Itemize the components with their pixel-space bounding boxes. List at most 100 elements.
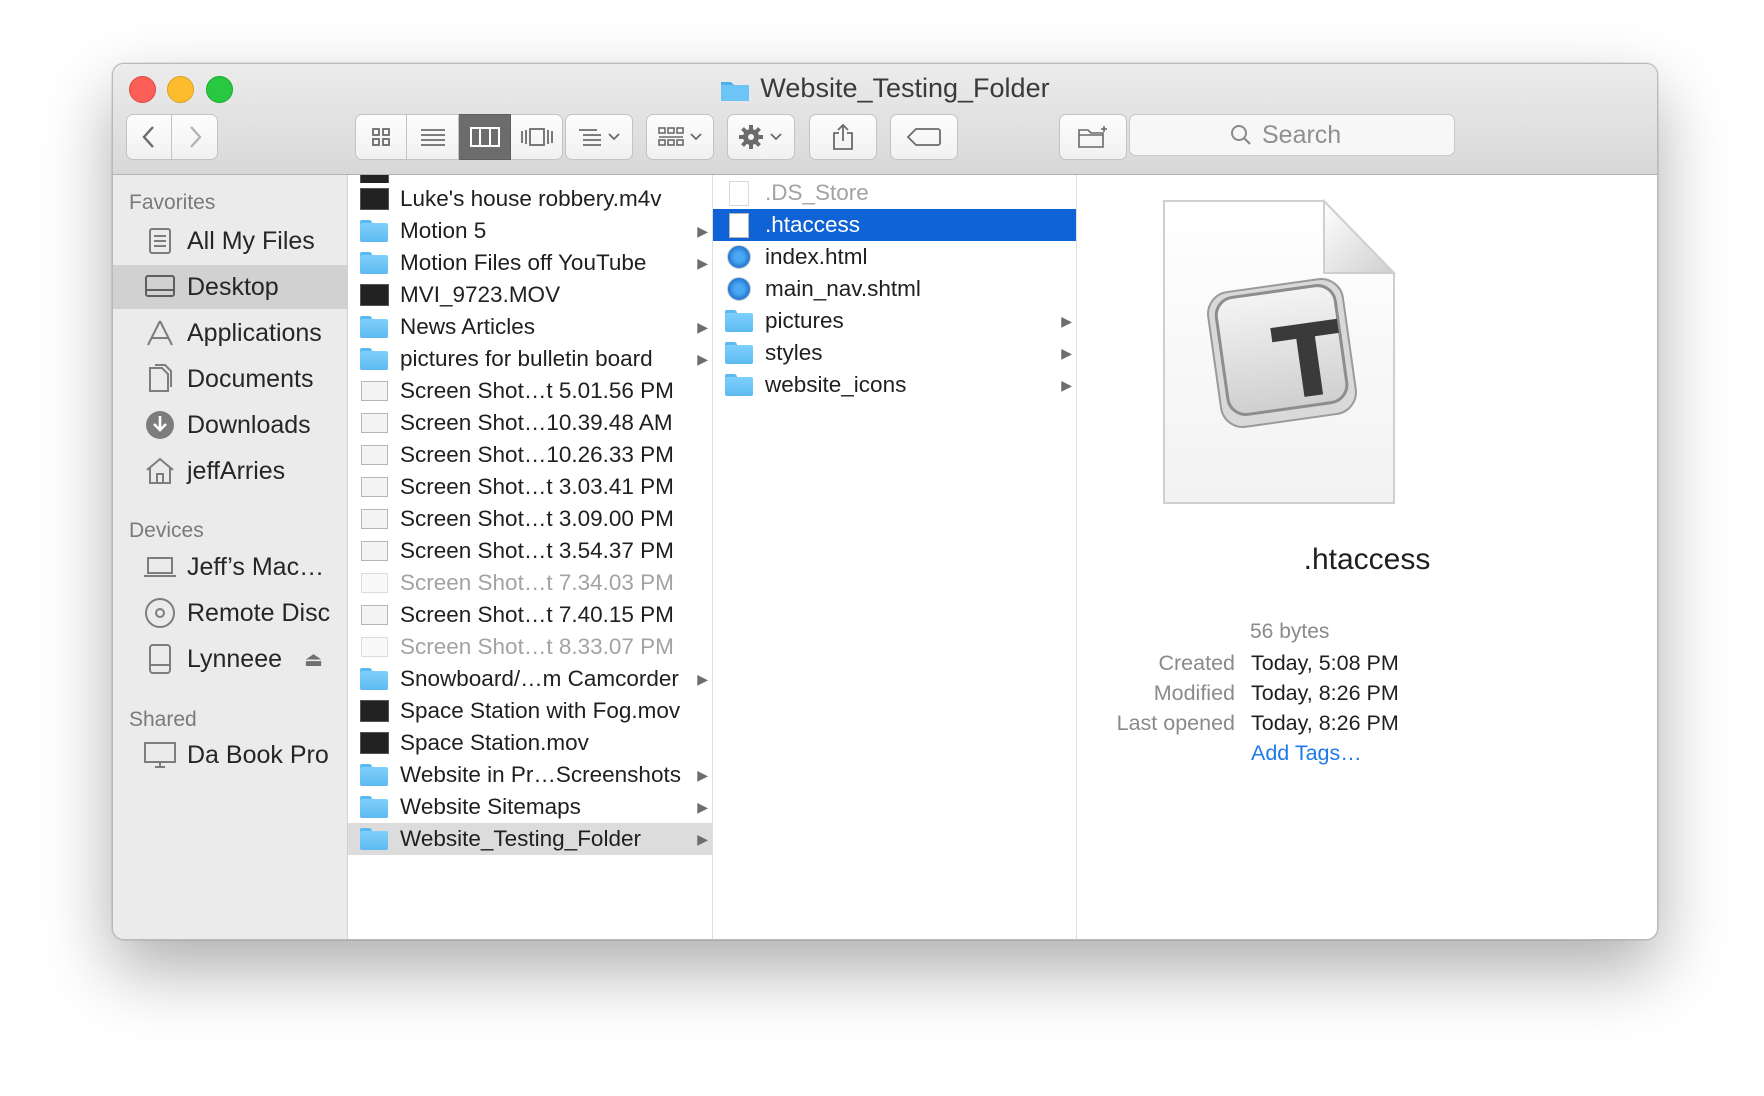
sidebar-item-label: Da Book Pro	[187, 740, 329, 769]
sidebar-item-remote-disc[interactable]: Remote Disc	[113, 591, 347, 635]
group-button[interactable]	[646, 114, 714, 160]
list-item-label: main_nav.shtml	[765, 276, 921, 301]
documents-icon	[143, 362, 177, 396]
list-item[interactable]: Screen Shot…10.39.48 AM	[348, 407, 712, 439]
list-item-label: Screen Shot…10.39.48 AM	[400, 410, 673, 435]
list-item-label: Motion 5	[400, 218, 487, 243]
list-item[interactable]: Motion Files off YouTube ▶	[348, 247, 712, 279]
list-item[interactable]: main_nav.shtml	[713, 273, 1076, 305]
eject-icon[interactable]: ⏏	[304, 647, 323, 672]
list-item[interactable]: styles ▶	[713, 337, 1076, 369]
list-item[interactable]: News Articles ▶	[348, 311, 712, 343]
list-item[interactable]: Space Station with Fog.mov	[348, 695, 712, 727]
list-item-label: pictures	[765, 308, 844, 333]
new-folder-button[interactable]	[1059, 114, 1127, 160]
sidebar-item-label: Documents	[187, 364, 314, 393]
screenshot-thumb-icon	[359, 634, 389, 660]
sidebar: Favorites All My Files Desktop Applicati…	[113, 175, 348, 939]
meta-key: Last opened	[1116, 711, 1235, 735]
list-item-label: News Articles	[400, 314, 536, 339]
search-field[interactable]	[1129, 114, 1455, 156]
list-item[interactable]: Luke's house robbery.m4v	[348, 183, 712, 215]
edit-tags-button[interactable]	[890, 114, 958, 160]
list-item[interactable]: Screen Shot…t 3.54.37 PM	[348, 535, 712, 567]
sidebar-item-home[interactable]: jeffArries	[113, 449, 347, 493]
screenshot-thumb-icon	[359, 410, 389, 436]
list-item[interactable]: website_icons ▶	[713, 369, 1076, 401]
list-item[interactable]: Motion 5 ▶	[348, 215, 712, 247]
folder-icon	[359, 762, 389, 788]
meta-key: Modified	[1153, 681, 1235, 705]
sidebar-item-label: Jeff’s Mac…	[187, 552, 325, 581]
sidebar-section-favorites: Favorites	[129, 191, 216, 214]
sidebar-item-downloads[interactable]: Downloads	[113, 403, 347, 447]
folder-icon	[359, 794, 389, 820]
meta-row-last-opened: Last opened Today, 8:26 PM	[1077, 711, 1657, 741]
list-item-label: Website Sitemaps	[400, 794, 581, 819]
list-item[interactable]: Website Sitemaps ▶	[348, 791, 712, 823]
list-item[interactable]: pictures for bulletin board ▶	[348, 343, 712, 375]
list-item[interactable]: Screen Shot…10.26.33 PM	[348, 439, 712, 471]
list-item-label: .DS_Store	[765, 180, 869, 205]
chevron-left-icon	[142, 126, 154, 148]
sidebar-item-documents[interactable]: Documents	[113, 357, 347, 401]
text-document-large-icon: T	[1162, 198, 1397, 505]
sidebar-item-lynneee[interactable]: Lynneee ⏏	[113, 637, 347, 681]
list-item[interactable]: Screen Shot…t 3.03.41 PM	[348, 471, 712, 503]
sidebar-item-label: Lynneee	[187, 644, 282, 673]
list-item[interactable]: Website in Pr…Screenshots ▶	[348, 759, 712, 791]
sidebar-item-da-book-pro[interactable]: Da Book Pro	[113, 733, 347, 777]
sidebar-item-desktop[interactable]: Desktop	[113, 265, 347, 309]
video-thumb-icon	[359, 186, 389, 212]
list-item-selected[interactable]: .htaccess	[713, 209, 1076, 241]
html-document-icon	[724, 276, 754, 302]
icon-view-button[interactable]	[355, 114, 407, 160]
add-tags-link[interactable]: Add Tags…	[1251, 741, 1362, 766]
text-document-icon	[724, 212, 754, 238]
list-item[interactable]: MVI_9723.MOV	[348, 279, 712, 311]
drive-icon	[143, 642, 177, 676]
window-title-text: Website_Testing_Folder	[760, 73, 1050, 103]
list-item-partial[interactable]	[348, 175, 712, 183]
cover-flow-button[interactable]	[511, 114, 563, 160]
column-desktop[interactable]: Luke's house robbery.m4v Motion 5 ▶ Motio…	[348, 175, 713, 939]
sidebar-item-label: Downloads	[187, 410, 311, 439]
screenshot-thumb-icon	[359, 474, 389, 500]
list-item-label: pictures for bulletin board	[400, 346, 653, 371]
folder-icon	[359, 314, 389, 340]
share-button[interactable]	[809, 114, 877, 160]
list-item[interactable]: .DS_Store	[713, 177, 1076, 209]
all-files-icon	[143, 224, 177, 258]
list-item[interactable]: pictures ▶	[713, 305, 1076, 337]
forward-button[interactable]	[172, 114, 218, 160]
list-item[interactable]: Screen Shot…t 3.09.00 PM	[348, 503, 712, 535]
list-item-label: Website in Pr…Screenshots	[400, 762, 681, 787]
sidebar-item-all-my-files[interactable]: All My Files	[113, 219, 347, 263]
list-item-label: Screen Shot…t 8.33.07 PM	[400, 634, 674, 659]
back-button[interactable]	[126, 114, 172, 160]
action-button[interactable]	[727, 114, 795, 160]
list-item[interactable]: Screen Shot…t 8.33.07 PM	[348, 631, 712, 663]
search-input[interactable]	[1260, 119, 1354, 151]
list-item-label: styles	[765, 340, 823, 365]
list-item[interactable]: Screen Shot…t 5.01.56 PM	[348, 375, 712, 407]
folder-icon	[724, 372, 754, 398]
list-item[interactable]: Space Station.mov	[348, 727, 712, 759]
list-item[interactable]: Screen Shot…t 7.34.03 PM	[348, 567, 712, 599]
column-view-button[interactable]	[459, 114, 511, 160]
disc-icon	[143, 596, 177, 630]
disclosure-arrow-icon: ▶	[1061, 344, 1072, 361]
list-item-label: Screen Shot…t 3.03.41 PM	[400, 474, 674, 499]
disclosure-arrow-icon: ▶	[1061, 376, 1072, 393]
arrange-button[interactable]	[565, 114, 633, 160]
sidebar-item-applications[interactable]: Applications	[113, 311, 347, 355]
list-view-button[interactable]	[407, 114, 459, 160]
window-title: Website_Testing_Folder	[113, 70, 1657, 111]
column-website-testing-folder[interactable]: .DS_Store .htaccess index.html main_nav.…	[713, 175, 1077, 939]
sidebar-item-jeffs-mac[interactable]: Jeff’s Mac…	[113, 545, 347, 589]
list-item[interactable]: index.html	[713, 241, 1076, 273]
screenshot-thumb-icon	[359, 378, 389, 404]
list-item[interactable]: Snowboard/…m Camcorder ▶	[348, 663, 712, 695]
list-item-selected[interactable]: Website_Testing_Folder ▶	[348, 823, 712, 855]
list-item[interactable]: Screen Shot…t 7.40.15 PM	[348, 599, 712, 631]
